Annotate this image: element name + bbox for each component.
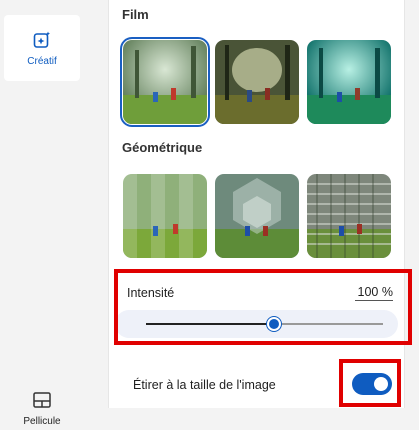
geometric-filter-thumb[interactable] — [307, 174, 391, 258]
geometric-filter-thumb[interactable] — [123, 174, 207, 258]
rail-item-label: Pellicule — [23, 415, 61, 427]
geometric-filter-row — [123, 174, 391, 258]
film-filter-thumb[interactable] — [307, 40, 391, 124]
geometric-filter-thumb[interactable] — [215, 174, 299, 258]
photo-editor-window: Créatif Pellicule Film Géométrique Inten… — [0, 0, 419, 430]
left-nav-rail: Créatif Pellicule — [0, 0, 81, 430]
section-title-film: Film — [122, 7, 149, 22]
intensity-highlight-box — [114, 269, 412, 345]
sparkle-image-icon — [33, 31, 50, 48]
toggle-highlight-box — [339, 359, 401, 407]
section-title-geometrique: Géométrique — [122, 140, 203, 155]
rail-item-label: Créatif — [27, 55, 57, 67]
filmstrip-icon — [33, 391, 51, 408]
film-filter-thumb[interactable] — [215, 40, 299, 124]
film-filter-thumb[interactable] — [120, 37, 210, 127]
filters-panel-content: Film Géométrique Intensité 100 % Étirer … — [108, 0, 405, 408]
rail-item-pellicule[interactable]: Pellicule — [4, 375, 80, 430]
film-filter-row — [120, 37, 391, 127]
stretch-to-image-label: Étirer à la taille de l'image — [133, 378, 276, 392]
rail-item-creatif[interactable]: Créatif — [4, 15, 80, 81]
